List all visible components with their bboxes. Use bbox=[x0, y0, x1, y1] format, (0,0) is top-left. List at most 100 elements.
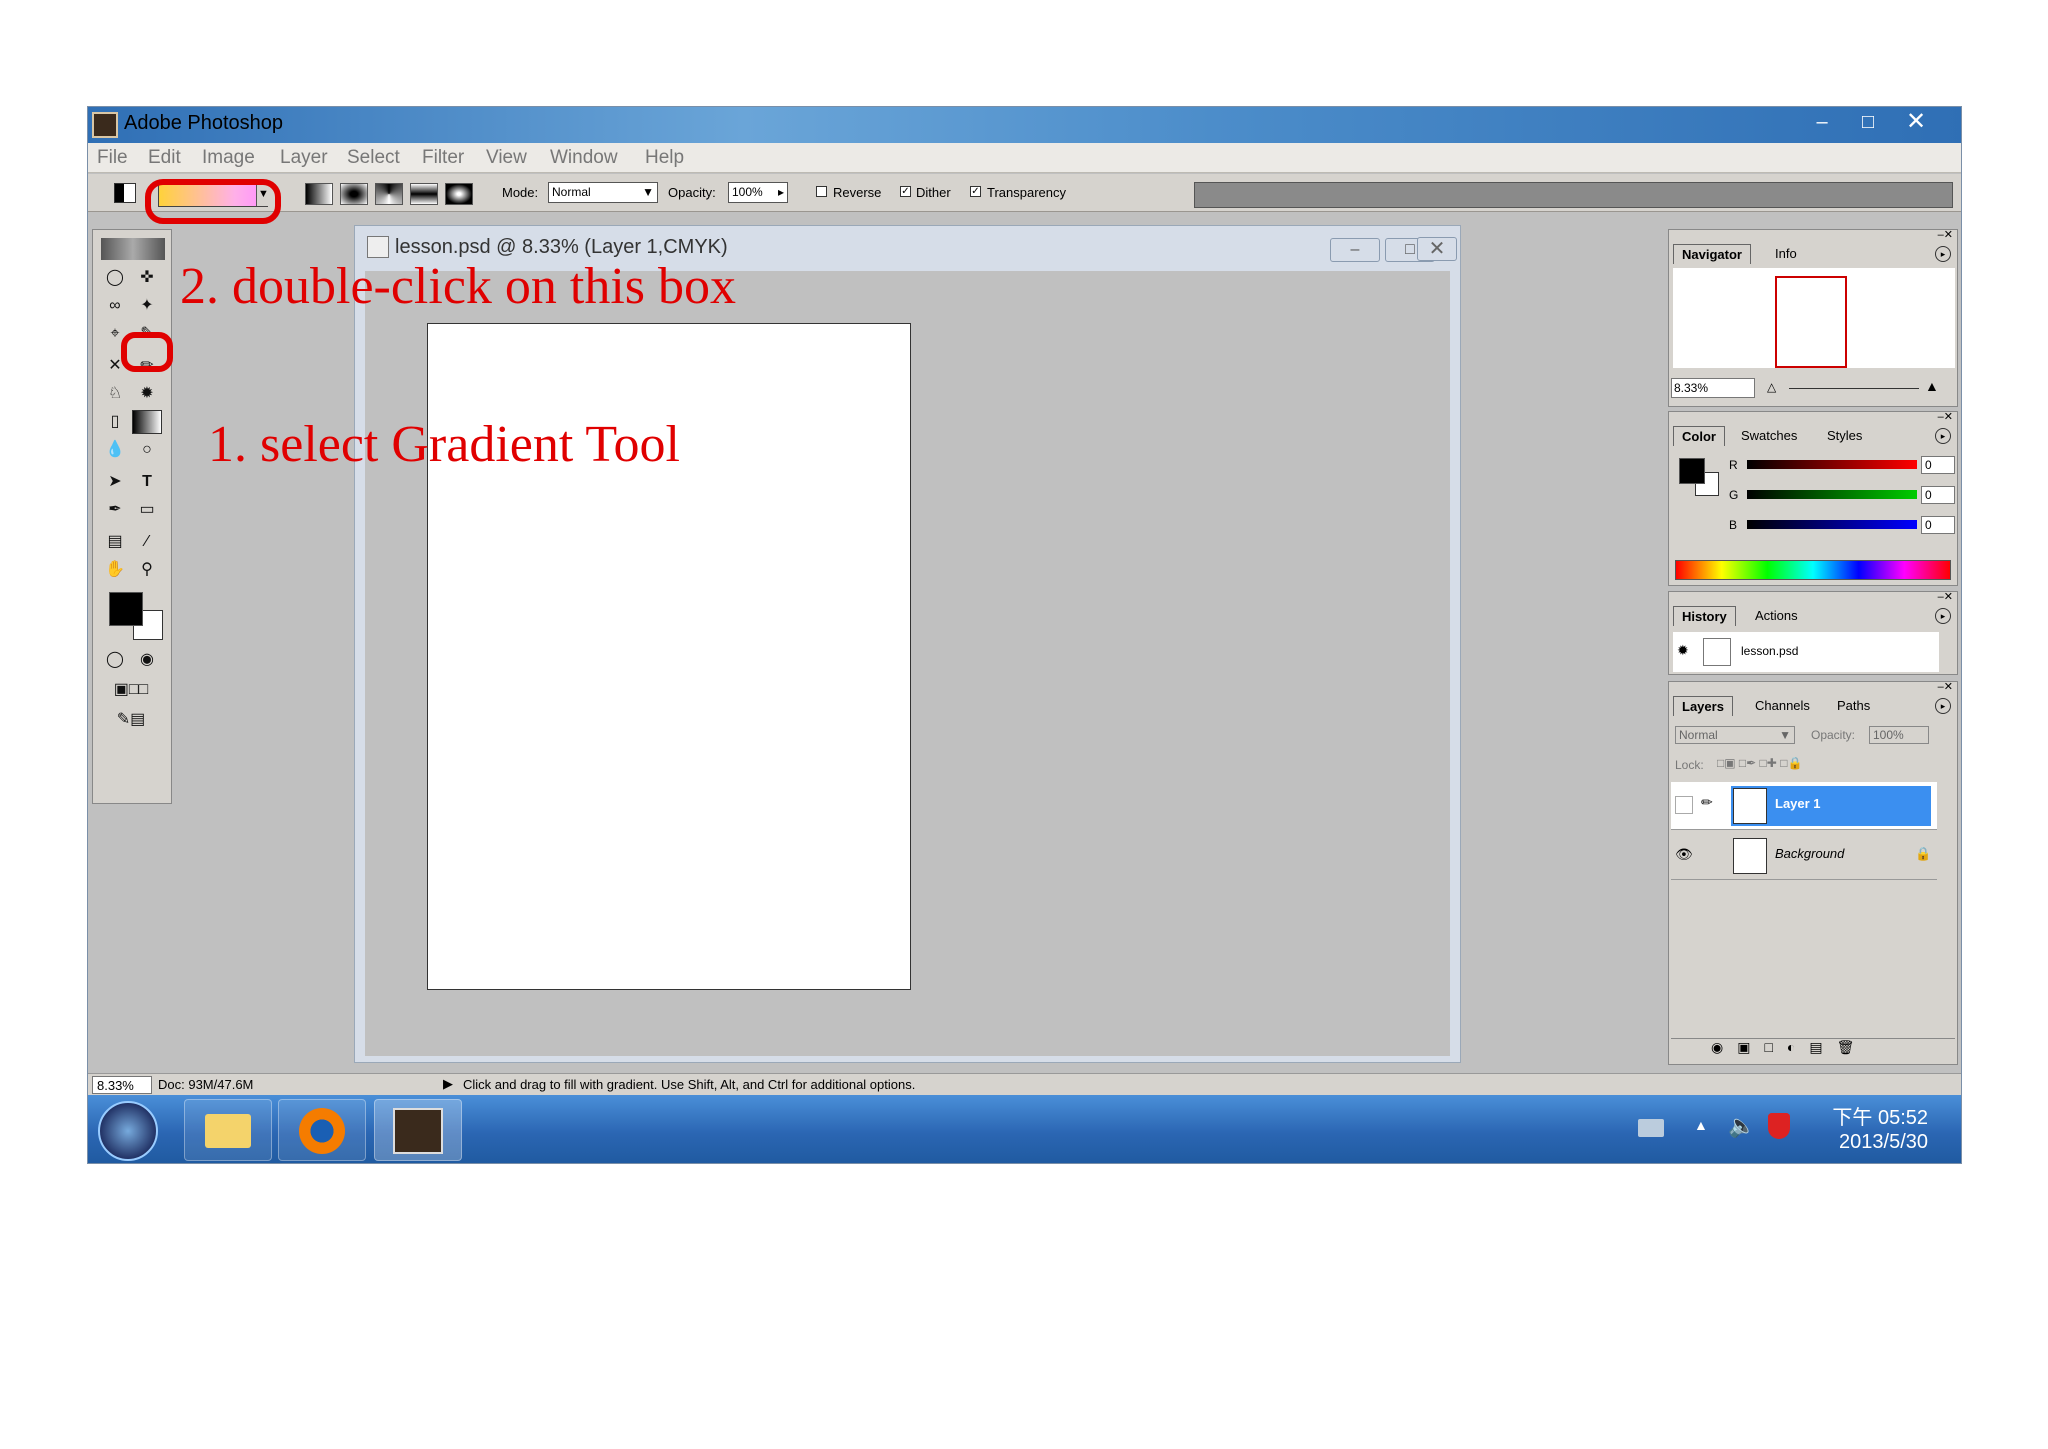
tab-actions[interactable]: Actions bbox=[1747, 606, 1806, 625]
firefox-taskbar-button[interactable] bbox=[278, 1099, 366, 1161]
reverse-checkbox[interactable] bbox=[816, 186, 827, 197]
panel-close-icon[interactable]: –✕ bbox=[1938, 680, 1953, 693]
jump-to-imageready-icon[interactable]: ✎▤ bbox=[100, 708, 162, 732]
zoom-out-icon[interactable]: △ bbox=[1767, 380, 1776, 394]
history-item[interactable]: lesson.psd bbox=[1741, 644, 1798, 658]
doc-minimize-button[interactable]: – bbox=[1330, 238, 1380, 262]
linear-gradient-button[interactable] bbox=[305, 183, 333, 205]
clock-time[interactable]: 下午 05:52 bbox=[1828, 1101, 1928, 1130]
start-button[interactable] bbox=[98, 1101, 158, 1161]
menu-select[interactable]: Select bbox=[347, 147, 400, 169]
pen-tool-icon[interactable]: ✒ bbox=[100, 498, 130, 522]
layer-actions-bar[interactable]: ◉▣□◐▤🗑 bbox=[1671, 1038, 1955, 1062]
keyboard-icon[interactable] bbox=[1638, 1119, 1664, 1137]
blend-mode-select[interactable]: Normal ▼ bbox=[1675, 726, 1795, 744]
hand-tool-icon[interactable]: ✋ bbox=[100, 558, 130, 582]
eyedropper-icon[interactable]: ∕ bbox=[132, 530, 162, 554]
status-zoom[interactable]: 8.33% bbox=[92, 1076, 152, 1094]
navigator-zoom-field[interactable]: 8.33% bbox=[1671, 378, 1755, 398]
radial-gradient-button[interactable] bbox=[340, 183, 368, 205]
tool-preset-icon[interactable] bbox=[114, 183, 136, 203]
reflected-gradient-button[interactable] bbox=[410, 183, 438, 205]
panel-menu-icon[interactable]: ▸ bbox=[1935, 428, 1951, 444]
doc-close-button[interactable]: ✕ bbox=[1417, 237, 1457, 261]
eraser-tool-icon[interactable]: ▯ bbox=[100, 410, 130, 434]
panel-close-icon[interactable]: –✕ bbox=[1938, 228, 1953, 241]
menu-file[interactable]: File bbox=[97, 147, 128, 169]
explorer-taskbar-button[interactable] bbox=[184, 1099, 272, 1161]
quick-mask-icon[interactable]: ◉ bbox=[132, 648, 162, 672]
r-slider[interactable] bbox=[1747, 460, 1917, 469]
panel-close-icon[interactable]: –✕ bbox=[1938, 590, 1953, 603]
close-button[interactable]: ✕ bbox=[1893, 107, 1939, 137]
dither-checkbox[interactable]: ✓ bbox=[900, 186, 911, 197]
panel-menu-icon[interactable]: ▸ bbox=[1935, 698, 1951, 714]
eye-icon[interactable]: 👁 bbox=[1675, 846, 1693, 863]
speaker-icon[interactable]: 🔈 bbox=[1728, 1113, 1755, 1139]
visibility-toggle[interactable] bbox=[1675, 796, 1693, 814]
color-ramp[interactable] bbox=[1675, 560, 1951, 580]
menu-filter[interactable]: Filter bbox=[422, 147, 464, 169]
photoshop-taskbar-button[interactable] bbox=[374, 1099, 462, 1161]
lock-options-icons[interactable]: □▣ □✒ □✚ □🔒 bbox=[1717, 756, 1802, 770]
g-value[interactable]: 0 bbox=[1921, 486, 1955, 504]
tab-history[interactable]: History bbox=[1673, 606, 1736, 626]
zoom-slider[interactable] bbox=[1789, 388, 1919, 389]
b-value[interactable]: 0 bbox=[1921, 516, 1955, 534]
notes-tool-icon[interactable]: ▤ bbox=[100, 530, 130, 554]
blur-tool-icon[interactable]: 💧 bbox=[100, 438, 130, 462]
move-tool-icon[interactable]: ✜ bbox=[132, 266, 162, 290]
tab-channels[interactable]: Channels bbox=[1747, 696, 1818, 715]
diamond-gradient-button[interactable] bbox=[445, 183, 473, 205]
shape-tool-icon[interactable]: ▭ bbox=[132, 498, 162, 522]
menu-view[interactable]: View bbox=[486, 147, 527, 169]
layer-row[interactable]: 👁 Background 🔒 bbox=[1671, 832, 1937, 880]
menu-layer[interactable]: Layer bbox=[280, 147, 328, 169]
foreground-color-swatch[interactable] bbox=[109, 592, 143, 626]
gradient-tool-icon[interactable] bbox=[132, 410, 162, 434]
zoom-tool-icon[interactable]: ⚲ bbox=[132, 558, 162, 582]
panel-close-icon[interactable]: –✕ bbox=[1938, 410, 1953, 423]
maximize-button[interactable]: □ bbox=[1845, 107, 1891, 137]
history-brush-icon[interactable]: ✹ bbox=[132, 382, 162, 406]
color-fg-swatch[interactable] bbox=[1679, 458, 1705, 484]
tab-info[interactable]: Info bbox=[1767, 244, 1805, 263]
clone-stamp-icon[interactable]: ♘ bbox=[100, 382, 130, 406]
marquee-tool-icon[interactable]: ◯ bbox=[100, 266, 130, 290]
magic-wand-icon[interactable]: ✦ bbox=[132, 294, 162, 318]
opacity-field[interactable]: 100% ▸ bbox=[728, 182, 788, 203]
b-slider[interactable] bbox=[1747, 520, 1917, 529]
type-tool-icon[interactable]: T bbox=[132, 470, 162, 494]
g-slider[interactable] bbox=[1747, 490, 1917, 499]
chevron-up-icon[interactable]: ▲ bbox=[1694, 1117, 1708, 1133]
standard-mode-icon[interactable]: ◯ bbox=[100, 648, 130, 672]
menu-help[interactable]: Help bbox=[645, 147, 684, 169]
navigator-view-box[interactable] bbox=[1775, 276, 1847, 368]
transparency-checkbox[interactable]: ✓ bbox=[970, 186, 981, 197]
menu-image[interactable]: Image bbox=[202, 147, 255, 169]
menu-window[interactable]: Window bbox=[550, 147, 618, 169]
tab-swatches[interactable]: Swatches bbox=[1733, 426, 1805, 445]
lasso-tool-icon[interactable]: ∞ bbox=[100, 294, 130, 318]
screen-mode-icons[interactable]: ▣□□ bbox=[100, 678, 162, 702]
status-arrow-icon[interactable]: ▶ bbox=[443, 1076, 453, 1092]
tab-color[interactable]: Color bbox=[1673, 426, 1725, 446]
panel-menu-icon[interactable]: ▸ bbox=[1935, 608, 1951, 624]
security-shield-icon[interactable] bbox=[1768, 1113, 1790, 1139]
angle-gradient-button[interactable] bbox=[375, 183, 403, 205]
layer-opacity-field[interactable]: 100% bbox=[1869, 726, 1929, 744]
tab-paths[interactable]: Paths bbox=[1829, 696, 1878, 715]
clock-date[interactable]: 2013/5/30 bbox=[1828, 1131, 1928, 1154]
zoom-in-icon[interactable]: ▲ bbox=[1925, 378, 1939, 394]
dodge-tool-icon[interactable]: ○ bbox=[132, 438, 162, 462]
minimize-button[interactable]: – bbox=[1799, 107, 1845, 137]
menu-edit[interactable]: Edit bbox=[148, 147, 181, 169]
r-value[interactable]: 0 bbox=[1921, 456, 1955, 474]
tab-styles[interactable]: Styles bbox=[1819, 426, 1870, 445]
tab-navigator[interactable]: Navigator bbox=[1673, 244, 1751, 264]
tab-layers[interactable]: Layers bbox=[1673, 696, 1733, 716]
layer-row[interactable]: ✏ Layer 1 bbox=[1671, 782, 1937, 830]
path-selection-icon[interactable]: ➤ bbox=[100, 470, 130, 494]
panel-menu-icon[interactable]: ▸ bbox=[1935, 246, 1951, 262]
mode-select[interactable]: Normal ▼ bbox=[548, 182, 658, 203]
